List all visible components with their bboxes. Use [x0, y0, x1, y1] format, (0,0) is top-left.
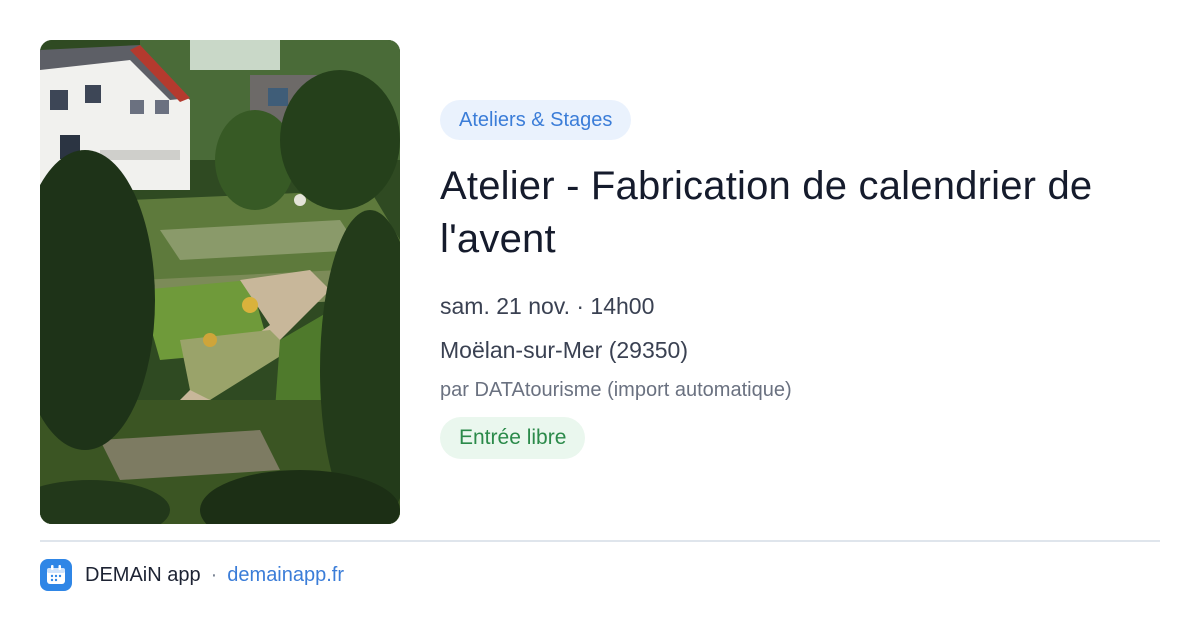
footer-separator: ·: [210, 563, 218, 586]
event-photo: [40, 40, 400, 524]
app-logo-icon[interactable]: [40, 559, 72, 591]
event-title[interactable]: Atelier - Fabrication de calendrier de l…: [440, 160, 1160, 266]
event-datetime: sam. 21 nov. · 14h00: [440, 293, 655, 319]
category-badge[interactable]: Ateliers & Stages: [440, 100, 632, 140]
price-badge: Entrée libre: [440, 417, 586, 459]
footer: DEMAiN app · demainapp.fr: [40, 558, 344, 592]
site-link[interactable]: demainapp.fr: [227, 564, 344, 587]
event-location: Moëlan-sur-Mer (29350): [440, 337, 688, 363]
event-organizer: par DATAtourisme (import automatique): [440, 379, 792, 401]
app-name: DEMAiN app: [85, 563, 201, 586]
footer-divider: [40, 540, 1160, 542]
event-card[interactable]: Ateliers & Stages Atelier - Fabrication …: [0, 0, 1200, 630]
garden-photo-icon: [40, 40, 400, 524]
event-info: Ateliers & Stages Atelier - Fabrication …: [440, 100, 1160, 459]
